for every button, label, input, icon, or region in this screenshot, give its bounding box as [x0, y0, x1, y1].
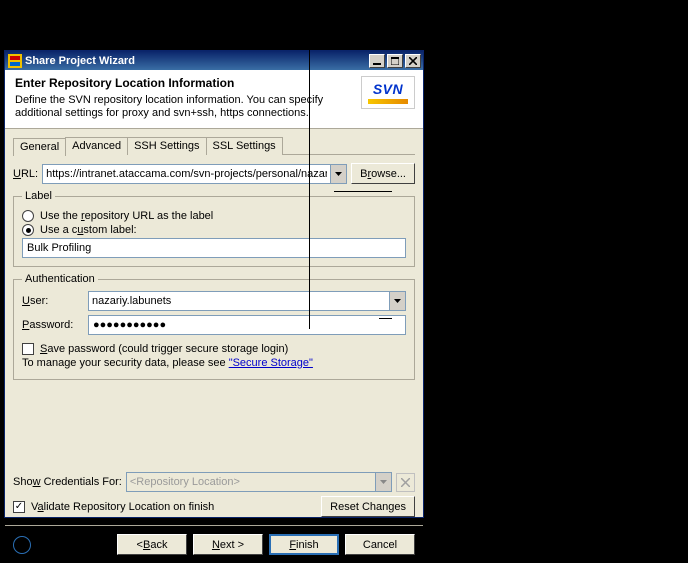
tab-advanced[interactable]: Advanced	[65, 137, 128, 155]
show-credentials-combo	[126, 472, 392, 492]
password-label: Password:	[22, 319, 82, 331]
validate-label: Validate Repository Location on finish	[31, 501, 214, 513]
help-button[interactable]: ?	[13, 536, 31, 554]
url-combo[interactable]	[42, 164, 347, 184]
radio-use-url-label: Use the repository URL as the label	[40, 210, 213, 222]
url-label: URL:	[13, 168, 38, 180]
browse-button[interactable]: Browse...	[351, 163, 415, 184]
minimize-button[interactable]	[369, 54, 385, 68]
window-title: Share Project Wizard	[25, 55, 369, 67]
label-group: Label Use the repository URL as the labe…	[13, 190, 415, 267]
secure-storage-link[interactable]: "Secure Storage"	[229, 357, 313, 369]
radio-use-url[interactable]	[22, 210, 34, 222]
user-dropdown-button[interactable]	[389, 292, 405, 310]
label-legend: Label	[22, 190, 55, 202]
password-input[interactable]	[88, 315, 406, 335]
user-label: User:	[22, 295, 82, 307]
delete-credentials-button	[396, 473, 415, 492]
auth-legend: Authentication	[22, 273, 98, 285]
show-credentials-input	[127, 473, 375, 491]
finish-button[interactable]: Finish	[269, 534, 339, 555]
custom-label-input[interactable]	[22, 238, 406, 258]
close-button[interactable]	[405, 54, 421, 68]
show-credentials-label: Show Credentials For:	[13, 476, 122, 488]
maximize-button[interactable]	[387, 54, 403, 68]
secure-storage-hint: To manage your security data, please see…	[22, 357, 313, 369]
tabstrip: General Advanced SSH Settings SSL Settin…	[13, 137, 415, 155]
tab-ssh-settings[interactable]: SSH Settings	[127, 137, 206, 155]
save-password-label: Save password (could trigger secure stor…	[40, 343, 288, 355]
url-dropdown-button[interactable]	[330, 165, 346, 183]
url-input[interactable]	[43, 165, 330, 183]
wizard-footer: ? < Back Next > Finish Cancel	[5, 525, 423, 563]
validate-checkbox[interactable]	[13, 501, 25, 513]
tab-general[interactable]: General	[13, 138, 66, 156]
cancel-button[interactable]: Cancel	[345, 534, 415, 555]
reset-changes-button[interactable]: Reset Changes	[321, 496, 415, 517]
page-description: Define the SVN repository location infor…	[15, 94, 413, 120]
page-title: Enter Repository Location Information	[15, 76, 413, 90]
wizard-header: Enter Repository Location Information De…	[5, 70, 423, 129]
back-button[interactable]: < Back	[117, 534, 187, 555]
user-input[interactable]	[89, 292, 389, 310]
app-icon	[8, 54, 22, 68]
save-password-checkbox[interactable]	[22, 343, 34, 355]
close-icon	[401, 478, 410, 487]
show-credentials-dropdown-button	[375, 473, 391, 491]
radio-use-custom-label: Use a custom label:	[40, 224, 137, 236]
radio-use-custom[interactable]	[22, 224, 34, 236]
titlebar[interactable]: Share Project Wizard	[5, 51, 423, 70]
authentication-group: Authentication User: Password: Save pass…	[13, 273, 415, 380]
svn-logo: SVN	[361, 76, 415, 109]
next-button[interactable]: Next >	[193, 534, 263, 555]
tab-ssl-settings[interactable]: SSL Settings	[206, 137, 283, 155]
user-combo[interactable]	[88, 291, 406, 311]
wizard-window: Share Project Wizard Enter Repository Lo…	[4, 50, 424, 518]
